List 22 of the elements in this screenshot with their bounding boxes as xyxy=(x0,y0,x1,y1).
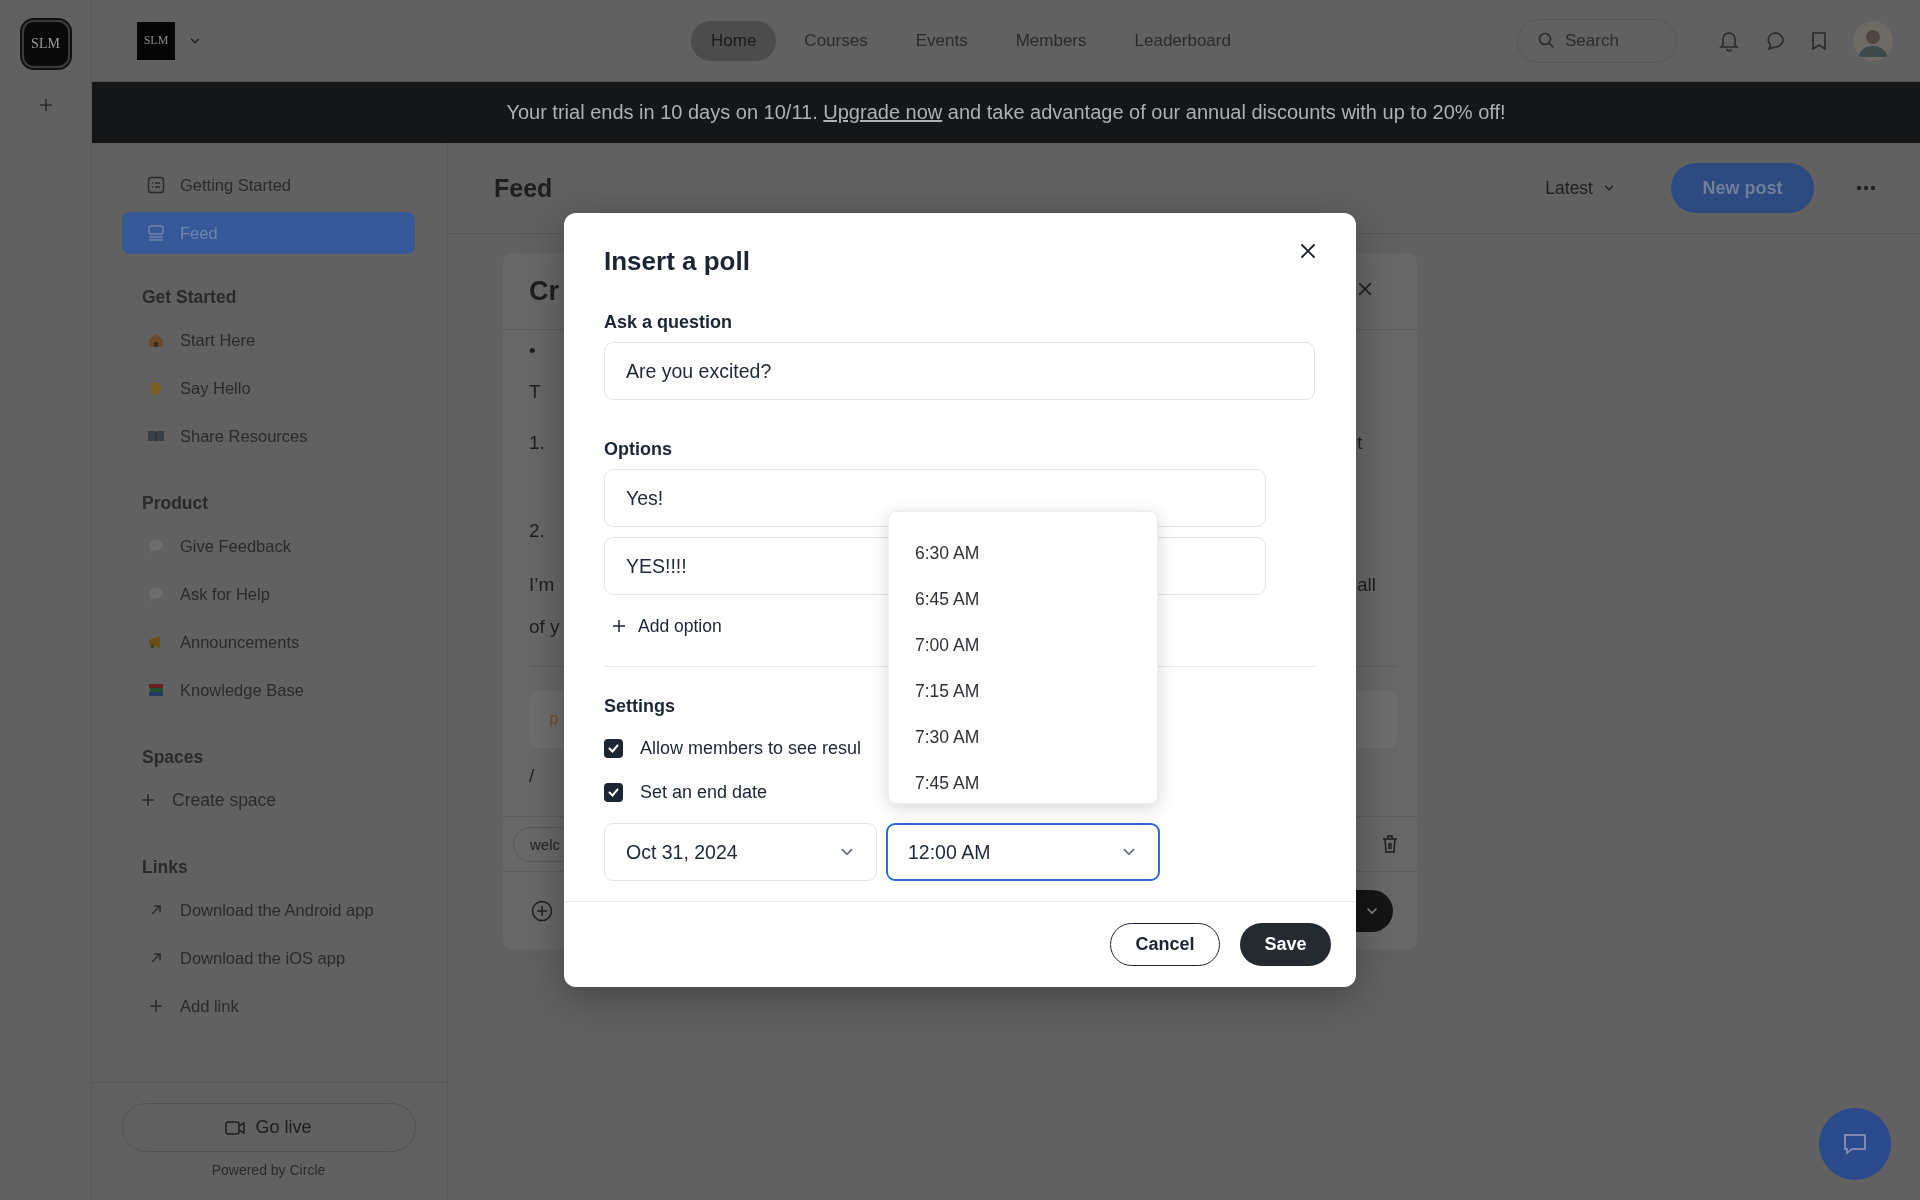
dialog-title: Insert a poll xyxy=(604,245,750,277)
section-label: Settings xyxy=(604,694,676,718)
checkbox-label: Set an end date xyxy=(640,781,768,803)
section-heading: Product xyxy=(141,491,210,515)
code-text: p xyxy=(549,710,559,729)
trial-banner-text: Your trial ends in 10 days on 10/11. Upgrade now and take advantage of our annual discounts with up to 20% off! xyxy=(506,101,1506,124)
field-label: Ask a question xyxy=(604,310,734,334)
section-heading: Spaces xyxy=(141,745,205,769)
post-text: I’m xyxy=(529,574,556,596)
post-text: t xyxy=(1357,432,1364,454)
section-heading: Links xyxy=(141,855,189,879)
post-text: 1. xyxy=(529,432,546,454)
card-title: Cr xyxy=(529,275,560,307)
post-text: / xyxy=(529,765,536,787)
post-text: of y xyxy=(529,616,561,638)
field-label: Options xyxy=(604,437,673,461)
post-text: T xyxy=(529,381,542,403)
post-text: 2. xyxy=(529,520,546,542)
page-title: Feed xyxy=(494,173,553,203)
checkbox-label: Allow members to see resul xyxy=(640,737,862,759)
post-text: all xyxy=(1357,574,1377,596)
post-text: • xyxy=(529,340,537,362)
